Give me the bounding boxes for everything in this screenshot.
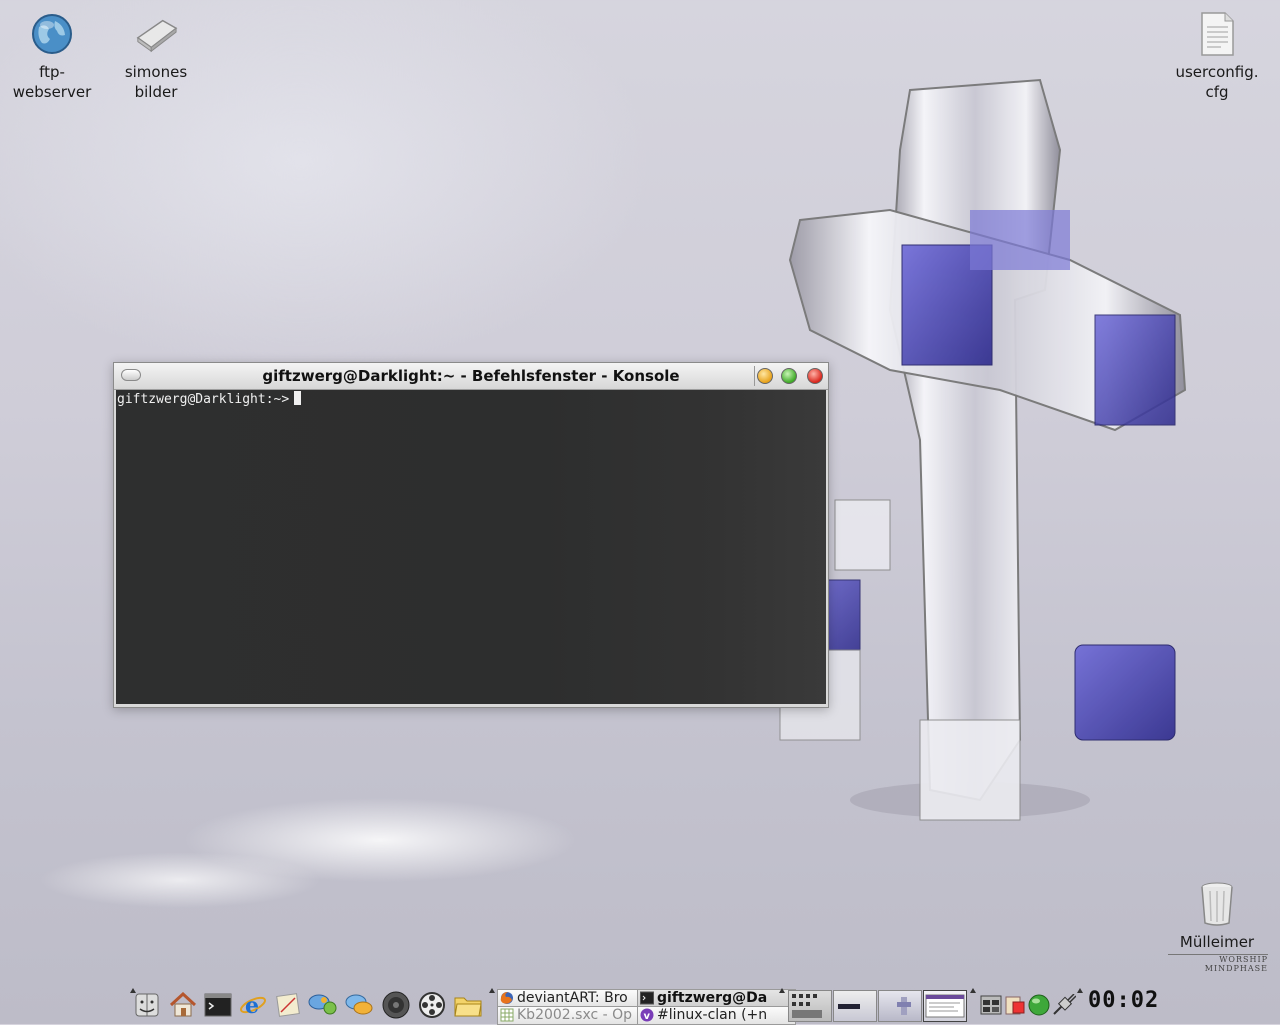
film-reel-icon[interactable]	[417, 990, 447, 1020]
network-globe-icon[interactable]	[1028, 994, 1050, 1016]
home-icon[interactable]	[168, 990, 198, 1020]
desktop-pager-4[interactable]	[923, 990, 967, 1022]
task-label: deviantART: Bro	[517, 990, 628, 1006]
klipper-clipboard-icon[interactable]	[1004, 994, 1026, 1016]
chat-bubbles-icon[interactable]	[344, 990, 374, 1020]
irc-icon: v	[640, 1008, 654, 1022]
desktop-icon-label: simones bilder	[124, 63, 188, 101]
desktop-icon-label: userconfig. cfg	[1175, 63, 1259, 101]
shell-prompt: giftzwerg@Darklight:~>	[117, 391, 302, 407]
prompt-text: giftzwerg@Darklight:~>	[117, 392, 290, 407]
terminal-area[interactable]: giftzwerg@Darklight:~>	[116, 390, 826, 704]
task-label: Kb2002.sxc - Op	[517, 1007, 633, 1023]
desktop-icon-userconfig[interactable]: userconfig. cfg	[1167, 10, 1267, 102]
terminal-launcher-icon[interactable]	[203, 990, 233, 1020]
instant-messenger-icon[interactable]	[308, 990, 338, 1020]
desktop-icon-trash[interactable]: Mülleimer	[1167, 880, 1267, 952]
browser-e-icon[interactable]: e	[238, 990, 268, 1020]
task-label: #linux-clan (+n	[657, 1007, 768, 1023]
desktop-pager-2[interactable]	[833, 990, 877, 1022]
wallpaper-signature: WORSHIP MINDPHASE	[1168, 954, 1268, 977]
drive-icon	[134, 10, 178, 58]
titlebar-divider	[754, 366, 755, 386]
task-irc[interactable]: v #linux-clan (+n	[637, 1006, 796, 1025]
panel-clock[interactable]: 00:02	[1088, 988, 1159, 1013]
desktop-icon-label: ftp-webserver	[12, 63, 92, 101]
maximize-button[interactable]	[781, 368, 797, 384]
text-file-icon	[1195, 10, 1239, 58]
minimize-button[interactable]	[757, 368, 773, 384]
window-list-icon[interactable]	[980, 994, 1002, 1016]
tray-arrow[interactable]	[970, 988, 976, 993]
svg-text:e: e	[245, 993, 259, 1019]
window-title: giftzwerg@Darklight:~ - Befehlsfenster -…	[262, 367, 680, 385]
taskbar-arrow[interactable]	[489, 988, 495, 993]
desktop-icon-label: Mülleimer	[1179, 933, 1255, 951]
finder-face-icon[interactable]	[132, 990, 162, 1020]
desktop-icon-simones-bilder[interactable]: simones bilder	[106, 10, 206, 102]
desktop-pager-3[interactable]	[878, 990, 922, 1022]
svg-text:v: v	[644, 1011, 651, 1022]
speaker-icon[interactable]	[381, 990, 411, 1020]
clock-arrow[interactable]	[1077, 988, 1083, 993]
wallpaper-glass-cross	[779, 78, 1187, 821]
close-button[interactable]	[807, 368, 823, 384]
folder-icon[interactable]	[453, 990, 483, 1020]
desktop-pager-1[interactable]	[788, 990, 832, 1022]
task-label: giftzwerg@Da	[657, 990, 768, 1006]
spreadsheet-icon	[500, 1008, 514, 1022]
notes-icon[interactable]	[273, 990, 303, 1020]
window-titlebar[interactable]: giftzwerg@Darklight:~ - Befehlsfenster -…	[114, 363, 828, 390]
connection-plug-icon[interactable]	[1052, 993, 1077, 1016]
konsole-window[interactable]: giftzwerg@Darklight:~ - Befehlsfenster -…	[113, 362, 829, 708]
taskbar-arrow[interactable]	[779, 988, 785, 993]
trash-can-icon	[1195, 880, 1239, 928]
task-spreadsheet[interactable]: Kb2002.sxc - Op	[497, 1006, 656, 1025]
terminal-icon	[640, 991, 654, 1005]
firefox-icon	[500, 991, 514, 1005]
text-cursor	[294, 391, 302, 405]
globe-icon	[30, 10, 74, 58]
desktop-icon-ftp-webserver[interactable]: ftp-webserver	[2, 10, 102, 102]
